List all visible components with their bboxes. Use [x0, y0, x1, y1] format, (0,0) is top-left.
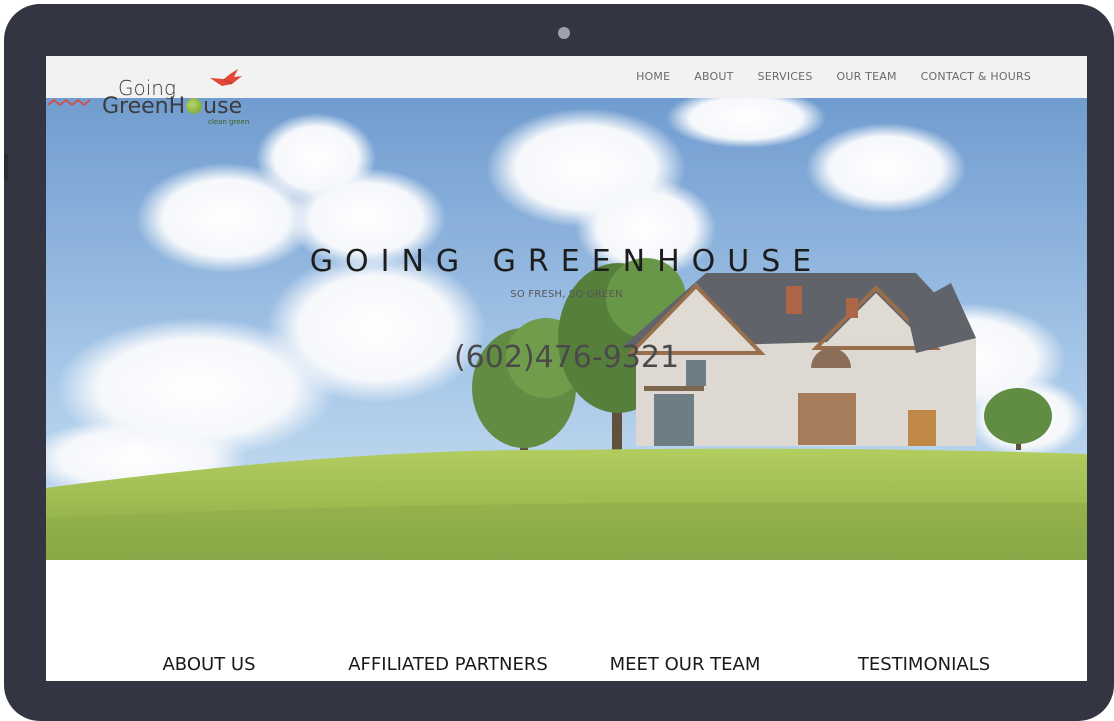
zigzag-divider-icon	[47, 98, 91, 107]
logo-tagline: clean green	[208, 118, 250, 126]
features-section: ABOUT US AFFILIATED PARTNERS MEET OUR TE…	[46, 560, 1087, 681]
nav-our-team[interactable]: OUR TEAM	[837, 70, 897, 83]
feature-affiliated-partners[interactable]: AFFILIATED PARTNERS	[348, 654, 548, 676]
laptop-frame: Going GreenH use clean green HOME ABOUT S…	[4, 4, 1114, 721]
logo-word-greenhouse: GreenH use	[102, 94, 242, 119]
main-nav: HOME ABOUT SERVICES OUR TEAM CONTACT & H…	[612, 70, 1031, 83]
camera-icon	[558, 27, 570, 39]
bird-icon	[210, 69, 242, 86]
side-button	[4, 154, 8, 180]
hero-subtitle: SO FRESH, SO GREEN	[510, 289, 623, 300]
nav-services[interactable]: SERVICES	[758, 70, 813, 83]
nav-home[interactable]: HOME	[636, 70, 670, 83]
browser-screen: Going GreenH use clean green HOME ABOUT S…	[46, 56, 1087, 681]
site-logo[interactable]: Going GreenH use clean green	[102, 66, 272, 130]
globe-icon	[186, 98, 203, 114]
logo-greenh-text: GreenH	[102, 94, 186, 119]
hero-overlay	[46, 98, 1087, 560]
feature-testimonials[interactable]: TESTIMONIALS	[824, 654, 1024, 676]
hero-banner: GOING GREENHOUSE SO FRESH, SO GREEN (602…	[46, 98, 1087, 560]
nav-contact-hours[interactable]: CONTACT & HOURS	[921, 70, 1031, 83]
hero-title: GOING GREENHOUSE	[309, 244, 824, 279]
logo-use-text: use	[203, 94, 243, 119]
hero-phone-number[interactable]: (602)476-9321	[46, 340, 1087, 375]
nav-about[interactable]: ABOUT	[694, 70, 733, 83]
feature-meet-our-team[interactable]: MEET OUR TEAM	[585, 654, 785, 676]
feature-about-us[interactable]: ABOUT US	[109, 654, 309, 676]
